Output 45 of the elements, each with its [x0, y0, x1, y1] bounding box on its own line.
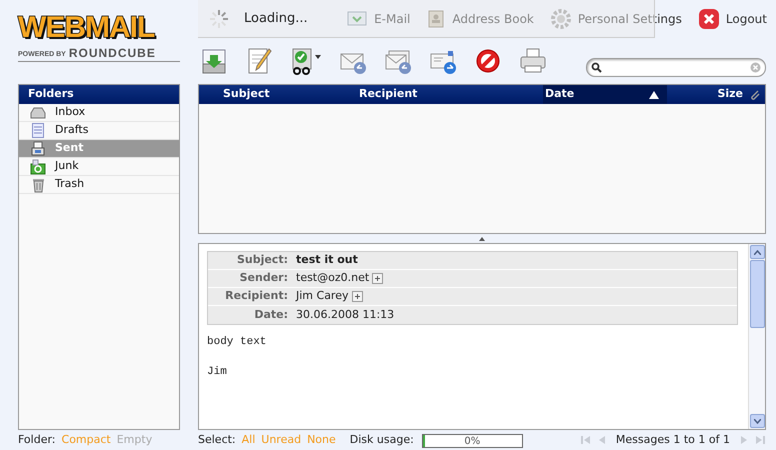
resize-handle-icon[interactable]: [479, 236, 485, 240]
nav-link[interactable]: Personal Settings: [550, 8, 682, 30]
select-label: Select:: [198, 432, 236, 448]
expand-icon[interactable]: [352, 291, 362, 302]
sort-ascending-icon: [649, 90, 659, 98]
scroll-down-icon[interactable]: [754, 418, 760, 424]
close-icon: [698, 8, 720, 30]
header-value: test@oz0.net: [296, 270, 370, 286]
scroll-up-icon[interactable]: [754, 250, 760, 254]
paperclip-icon: [749, 88, 761, 100]
nav-link[interactable]: Logout: [698, 8, 767, 30]
column-header[interactable]: Date: [543, 85, 667, 104]
message-body: body text Jim: [207, 335, 268, 380]
folder-item[interactable]: Trash: [19, 176, 179, 194]
disk-usage-reading: 0%: [464, 434, 480, 448]
spinner-icon: [208, 8, 230, 30]
printer-icon: [31, 141, 45, 156]
gear-icon: [550, 8, 572, 30]
disk-usage-label: Disk usage:: [350, 432, 414, 448]
trash-can-icon: [32, 176, 44, 192]
header-label: Date:: [253, 306, 288, 323]
expand-icon[interactable]: [372, 273, 384, 284]
header-label: Subject:: [236, 252, 288, 268]
recycle-bin-icon: [30, 158, 46, 174]
column-header[interactable]: Recipient: [359, 85, 543, 104]
search-field[interactable]: [586, 58, 766, 76]
scrollbar[interactable]: [748, 244, 765, 429]
message-count: Messages 1 to 1 of 1: [616, 432, 730, 448]
header-label: Recipient:: [224, 288, 288, 304]
folder-label: Folder:: [18, 432, 56, 448]
logo-product-name: ROUNDCUBE: [68, 47, 156, 59]
header-value: test it out: [296, 252, 358, 268]
folders-header: Folders: [19, 85, 179, 104]
document-icon: [32, 123, 44, 138]
column-header[interactable]: Subject: [199, 85, 359, 104]
header-label: Sender:: [238, 270, 288, 286]
column-header[interactable]: Size: [667, 85, 765, 104]
search-icon: [591, 62, 602, 72]
header-value: Jim Carey: [296, 288, 348, 304]
loading-message: Loading...: [244, 10, 308, 28]
folder-item[interactable]: Inbox: [19, 104, 179, 122]
address-book-icon: [426, 9, 446, 29]
header-value: 30.06.2008 11:13: [296, 306, 394, 323]
folder-item[interactable]: Junk: [19, 158, 179, 176]
logo-title: WEBMAIL: [18, 13, 156, 43]
